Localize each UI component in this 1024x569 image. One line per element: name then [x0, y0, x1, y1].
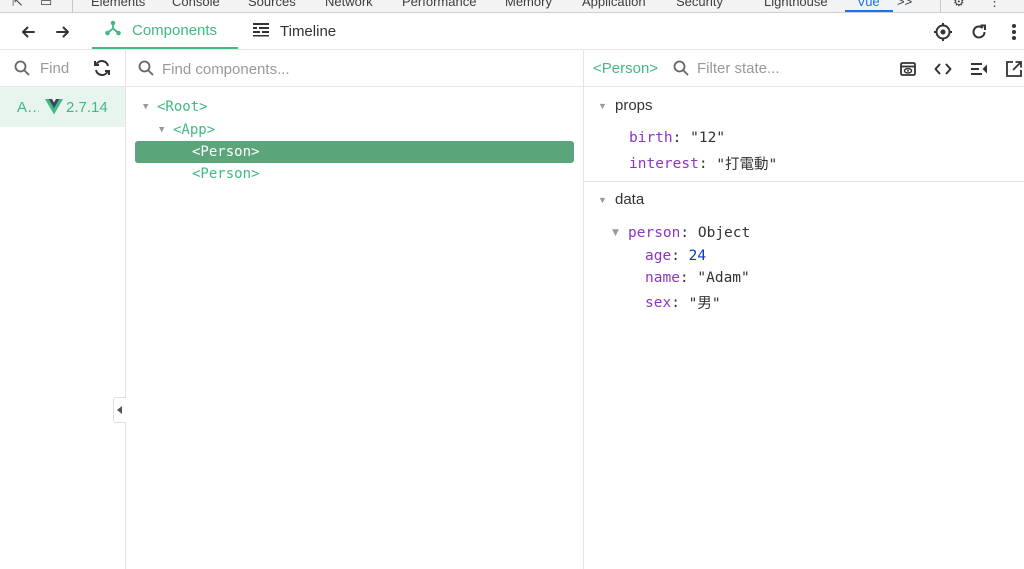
- tab-timeline[interactable]: Timeline: [252, 13, 336, 49]
- expand-triangle-icon[interactable]: ▼: [143, 102, 157, 112]
- tree-node-label: <Person>: [192, 166, 260, 182]
- inspect-element-icon[interactable]: ⇱: [12, 0, 23, 10]
- section-divider: [584, 181, 1024, 182]
- back-arrow-icon[interactable]: [16, 20, 40, 44]
- settings-gear-icon[interactable]: ⚙: [953, 0, 965, 10]
- tree-node-app[interactable]: ▼ <App>: [159, 119, 215, 141]
- component-tree-panel: ▼ <Root> ▼ <App> <Person> <Person>: [126, 50, 584, 569]
- field-key: age: [645, 248, 672, 264]
- section-title: data: [615, 191, 645, 208]
- more-options-icon[interactable]: [1002, 20, 1024, 44]
- collapse-triangle-icon[interactable]: ▼: [598, 101, 615, 111]
- data-object-person[interactable]: ▼ person: Object: [612, 225, 750, 241]
- search-icon: [673, 60, 689, 81]
- devtools-tab-lighthouse[interactable]: Lighthouse: [764, 0, 828, 9]
- props-section-header[interactable]: ▼ props: [598, 97, 653, 114]
- vue-version: 2.7.14: [66, 99, 108, 116]
- section-title: props: [615, 97, 653, 114]
- active-tab-underline: [845, 10, 893, 12]
- inspector-header: <Person> Filter state...: [584, 50, 1024, 87]
- devtools-tab-memory[interactable]: Memory: [505, 0, 552, 9]
- expand-triangle-icon[interactable]: ▼: [159, 125, 173, 135]
- vue-logo-icon: [45, 99, 63, 120]
- field-value[interactable]: "男": [689, 292, 721, 313]
- tab-components[interactable]: Components: [92, 13, 238, 49]
- field-key: person: [628, 225, 681, 241]
- colon: :: [672, 130, 691, 146]
- colon: :: [680, 225, 698, 241]
- components-icon: [104, 19, 132, 41]
- app-name: App 1: [17, 99, 39, 116]
- expand-triangle-icon[interactable]: ▼: [612, 228, 628, 238]
- prop-field-interest[interactable]: interest: "打電動": [629, 153, 777, 174]
- refresh-icon[interactable]: [967, 20, 991, 44]
- field-value[interactable]: 24: [689, 248, 706, 264]
- selected-component-name: <Person>: [593, 60, 659, 77]
- colon: :: [679, 270, 698, 286]
- scroll-to-component-icon[interactable]: [897, 58, 919, 80]
- forward-arrow-icon[interactable]: [51, 20, 75, 44]
- refresh-apps-icon[interactable]: [92, 58, 112, 83]
- data-field-age[interactable]: age: 24: [645, 248, 706, 264]
- colon: :: [671, 294, 689, 311]
- chevron-left-icon: [117, 406, 122, 414]
- prop-field-birth[interactable]: birth: "12": [629, 130, 725, 146]
- devtools-tab-security[interactable]: Security: [676, 0, 723, 9]
- component-search-bar: [126, 50, 583, 87]
- tree-node-person-selected[interactable]: <Person>: [135, 141, 574, 163]
- divider: [72, 0, 73, 12]
- tree-node-label: <Root>: [157, 99, 208, 115]
- tree-node-root[interactable]: ▼ <Root>: [143, 96, 208, 118]
- field-key: birth: [629, 130, 673, 146]
- collapse-triangle-icon[interactable]: ▼: [598, 195, 615, 205]
- select-component-target-icon[interactable]: [931, 20, 955, 44]
- field-value[interactable]: "12": [690, 130, 725, 146]
- field-key: sex: [645, 294, 672, 311]
- timeline-icon: [252, 20, 280, 42]
- divider: [940, 0, 941, 12]
- devtools-tab-console[interactable]: Console: [172, 0, 220, 9]
- more-tabs-button[interactable]: >>: [897, 0, 912, 9]
- open-in-editor-icon[interactable]: [1003, 58, 1024, 80]
- devtools-tab-performance[interactable]: Performance: [402, 0, 476, 9]
- field-value[interactable]: "Adam": [697, 270, 749, 286]
- app-search-input[interactable]: Find apps...: [40, 60, 70, 77]
- devtools-tab-strip: ⇱ ▭ Elements Console Sources Network Per…: [0, 0, 1024, 13]
- component-inspector-panel: <Person> Filter state... ▼ props birth: …: [584, 50, 1024, 569]
- field-value: Object: [697, 225, 751, 241]
- field-key: name: [645, 270, 680, 286]
- tab-timeline-label: Timeline: [280, 22, 337, 40]
- more-options-icon[interactable]: ⋮: [988, 0, 1001, 10]
- tree-node-label: <Person>: [192, 144, 260, 160]
- search-icon: [14, 60, 30, 81]
- field-key: interest: [629, 155, 699, 172]
- field-value[interactable]: "打電動": [716, 153, 777, 174]
- data-section-header[interactable]: ▼ data: [598, 191, 644, 208]
- device-toolbar-icon[interactable]: ▭: [40, 0, 52, 10]
- devtools-tab-application[interactable]: Application: [582, 0, 646, 9]
- colon: :: [698, 155, 717, 172]
- vue-devtools-toolbar: Components Timeline: [0, 13, 1024, 50]
- data-field-name[interactable]: name: "Adam": [645, 270, 750, 286]
- app-search-bar: Find apps...: [0, 50, 125, 87]
- app-list-item[interactable]: App 1 2.7.14: [0, 87, 125, 127]
- tree-node-person[interactable]: <Person>: [192, 163, 259, 185]
- devtools-tab-vue[interactable]: Vue: [857, 0, 880, 9]
- devtools-tab-network[interactable]: Network: [325, 0, 373, 9]
- inspect-dom-icon[interactable]: [968, 58, 990, 80]
- tree-node-label: <App>: [173, 122, 216, 138]
- app-selector-panel: Find apps... App 1 2.7.14: [0, 50, 126, 569]
- filter-state-input[interactable]: Filter state...: [697, 60, 780, 77]
- colon: :: [671, 248, 689, 264]
- tab-components-label: Components: [132, 21, 218, 39]
- data-field-sex[interactable]: sex: "男": [645, 292, 721, 313]
- search-icon: [138, 60, 154, 81]
- devtools-tab-sources[interactable]: Sources: [248, 0, 296, 9]
- code-brackets-icon[interactable]: [932, 58, 954, 80]
- devtools-tab-elements[interactable]: Elements: [91, 0, 145, 9]
- component-search-input[interactable]: [162, 58, 562, 80]
- collapse-panel-handle[interactable]: [113, 397, 126, 423]
